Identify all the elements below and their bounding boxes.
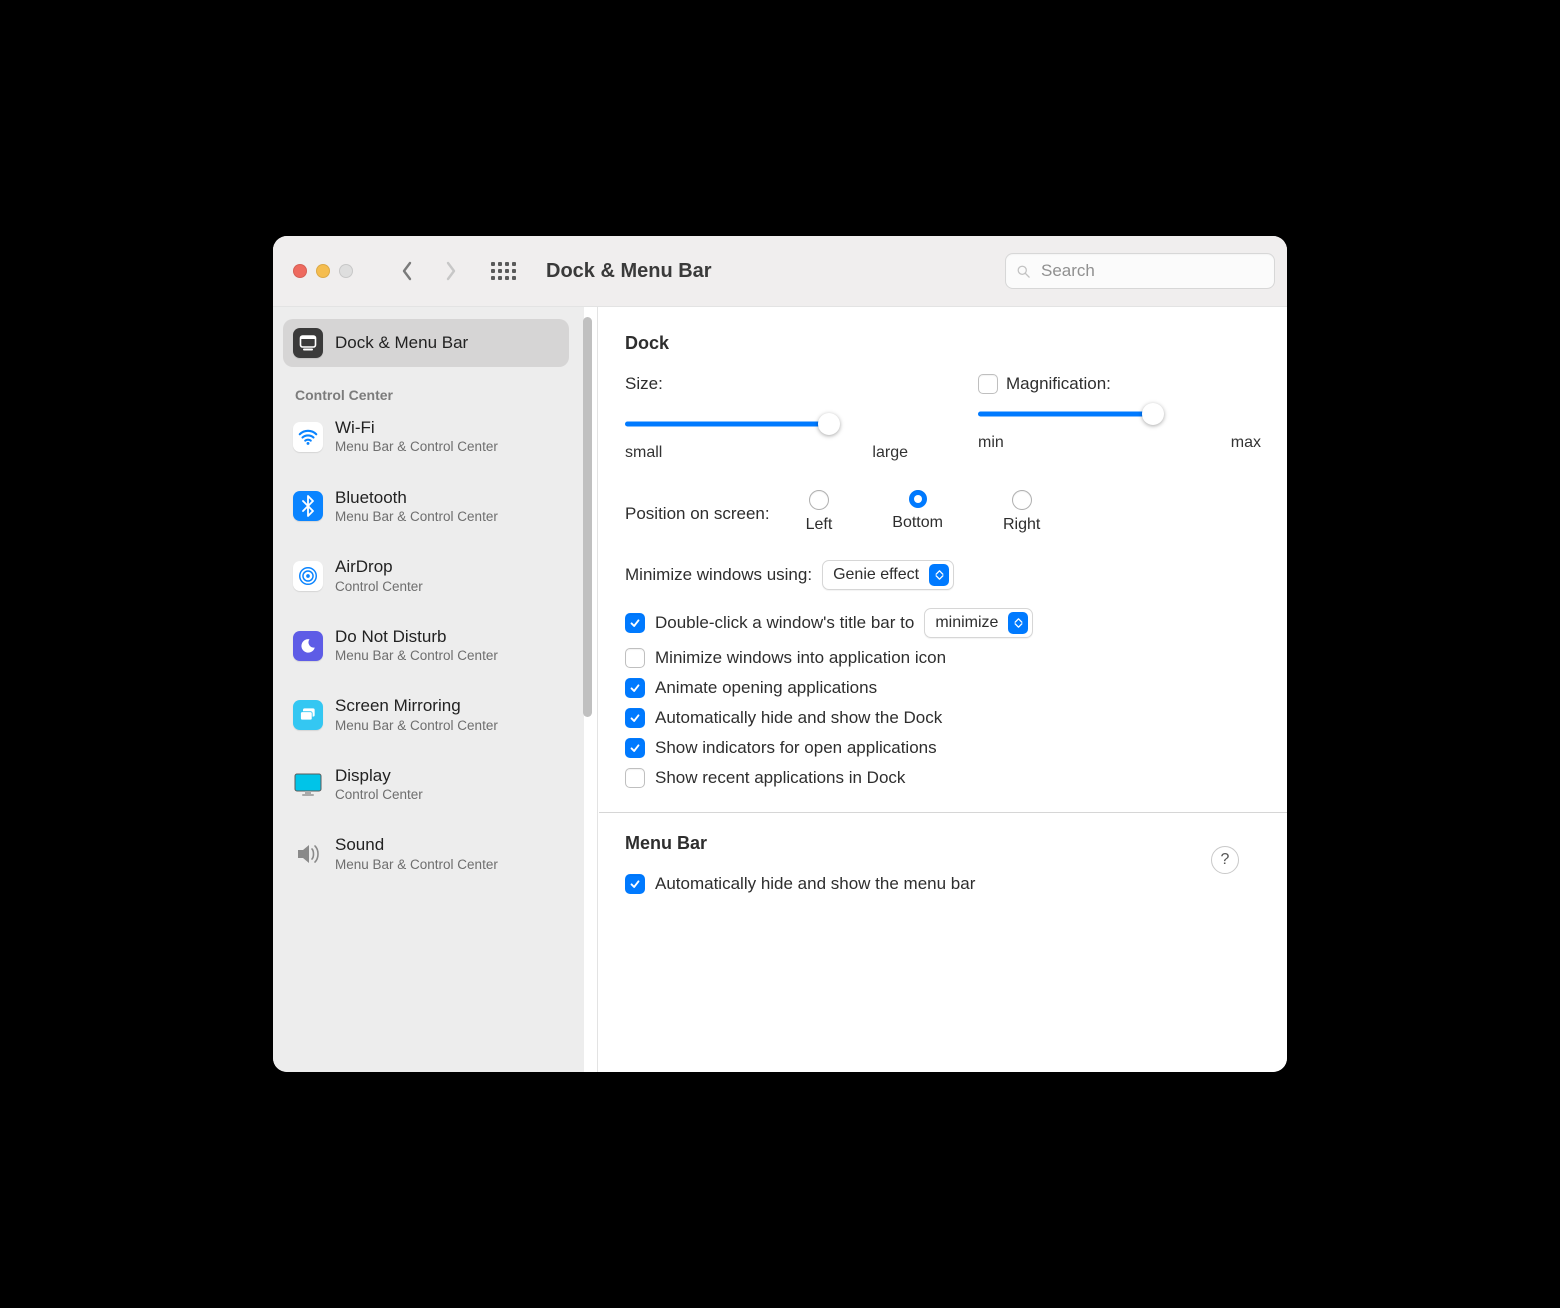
sidebar-item-label: Do Not Disturb bbox=[335, 627, 498, 647]
autohide-dock-checkbox[interactable] bbox=[625, 708, 645, 728]
show-all-button[interactable] bbox=[491, 262, 516, 280]
indicators-checkbox[interactable] bbox=[625, 738, 645, 758]
sidebar-item-sublabel: Menu Bar & Control Center bbox=[335, 439, 498, 455]
stepper-icon bbox=[1008, 612, 1028, 634]
sidebar-item-sound[interactable]: Sound Menu Bar & Control Center bbox=[283, 826, 569, 882]
dblclick-action-select[interactable]: minimize bbox=[924, 608, 1033, 638]
radio-label: Right bbox=[1003, 516, 1040, 534]
magnification-max-label: max bbox=[1231, 434, 1261, 452]
radio-button[interactable] bbox=[809, 490, 829, 510]
minimize-using-value: Genie effect bbox=[833, 566, 919, 584]
window-title: Dock & Menu Bar bbox=[546, 260, 712, 283]
magnification-slider[interactable] bbox=[978, 402, 1261, 426]
prefs-window: Dock & Menu Bar Dock & Menu Bar Control … bbox=[273, 236, 1287, 1072]
size-max-label: large bbox=[872, 444, 908, 462]
radio-label: Left bbox=[806, 516, 833, 534]
help-button[interactable]: ? bbox=[1211, 846, 1239, 874]
menubar-section-title: Menu Bar bbox=[625, 833, 1261, 854]
sidebar-item-dock-menubar[interactable]: Dock & Menu Bar bbox=[283, 319, 569, 367]
minimize-button[interactable] bbox=[316, 264, 330, 278]
radio-label: Bottom bbox=[892, 514, 943, 532]
display-icon bbox=[293, 770, 323, 800]
search-input[interactable] bbox=[1039, 260, 1264, 282]
minimize-into-app-checkbox[interactable] bbox=[625, 648, 645, 668]
sidebar-item-sublabel: Menu Bar & Control Center bbox=[335, 648, 498, 664]
zoom-button[interactable] bbox=[339, 264, 353, 278]
sidebar-item-display[interactable]: DisplayControl Center bbox=[283, 757, 569, 813]
sidebar-item-label: Screen Mirroring bbox=[335, 696, 498, 716]
sidebar-section-header: Control Center bbox=[295, 387, 573, 403]
minimize-into-app-label: Minimize windows into application icon bbox=[655, 648, 946, 668]
size-min-label: small bbox=[625, 444, 662, 462]
magnification-min-label: min bbox=[978, 434, 1004, 452]
magnification-checkbox[interactable] bbox=[978, 374, 998, 394]
autohide-dock-label: Automatically hide and show the Dock bbox=[655, 708, 942, 728]
size-label: Size: bbox=[625, 374, 908, 394]
dblclick-checkbox[interactable] bbox=[625, 613, 645, 633]
bluetooth-icon bbox=[293, 491, 323, 521]
back-button[interactable] bbox=[399, 260, 415, 282]
toolbar: Dock & Menu Bar bbox=[273, 236, 1287, 307]
indicators-label: Show indicators for open applications bbox=[655, 738, 937, 758]
sidebar-item-bluetooth[interactable]: BluetoothMenu Bar & Control Center bbox=[283, 479, 569, 535]
animate-checkbox[interactable] bbox=[625, 678, 645, 698]
close-button[interactable] bbox=[293, 264, 307, 278]
speaker-icon bbox=[293, 839, 323, 869]
radio-button[interactable] bbox=[1012, 490, 1032, 510]
sidebar-item-label: Dock & Menu Bar bbox=[335, 333, 468, 353]
dblclick-label: Double-click a window's title bar to bbox=[655, 613, 914, 633]
recent-apps-checkbox[interactable] bbox=[625, 768, 645, 788]
sidebar-item-label: Wi-Fi bbox=[335, 418, 498, 438]
moon-icon bbox=[293, 631, 323, 661]
wifi-icon bbox=[293, 422, 323, 452]
sidebar-item-sublabel: Menu Bar & Control Center bbox=[335, 718, 498, 734]
autohide-menubar-checkbox[interactable] bbox=[625, 874, 645, 894]
sidebar-item-sublabel: Control Center bbox=[335, 579, 423, 595]
forward-button[interactable] bbox=[443, 260, 459, 282]
sidebar-item-screen-mirroring[interactable]: Screen Mirroring Menu Bar & Control Cente… bbox=[283, 687, 569, 743]
screens-icon bbox=[293, 700, 323, 730]
sidebar-item-label: Sound bbox=[335, 835, 498, 855]
dock-menubar-icon bbox=[293, 328, 323, 358]
sidebar-item-airdrop[interactable]: AirDrop Control Center bbox=[283, 548, 569, 604]
sidebar-item-wifi[interactable]: Wi-FiMenu Bar & Control Center bbox=[283, 409, 569, 465]
magnification-label: Magnification: bbox=[1006, 374, 1111, 394]
size-slider[interactable] bbox=[625, 412, 908, 436]
dblclick-action-value: minimize bbox=[935, 614, 998, 632]
sidebar-scrollbar[interactable] bbox=[579, 307, 599, 1072]
sidebar-item-label: Bluetooth bbox=[335, 488, 498, 508]
sidebar-item-label: AirDrop bbox=[335, 557, 423, 577]
content-pane: Dock Size: small large bbox=[599, 307, 1287, 1072]
search-field[interactable] bbox=[1005, 253, 1275, 289]
position-option-right[interactable]: Right bbox=[1003, 490, 1040, 534]
sidebar-item-sublabel: Menu Bar & Control Center bbox=[335, 857, 498, 873]
sidebar-item-label: Display bbox=[335, 766, 423, 786]
window-controls bbox=[293, 264, 353, 278]
stepper-icon bbox=[929, 564, 949, 586]
sidebar-item-dnd[interactable]: Do Not DisturbMenu Bar & Control Center bbox=[283, 618, 569, 674]
autohide-menubar-label: Automatically hide and show the menu bar bbox=[655, 874, 975, 894]
radio-button[interactable] bbox=[909, 490, 927, 508]
search-icon bbox=[1016, 263, 1031, 280]
position-option-left[interactable]: Left bbox=[806, 490, 833, 534]
recent-apps-label: Show recent applications in Dock bbox=[655, 768, 905, 788]
airdrop-icon bbox=[293, 561, 323, 591]
sidebar-item-sublabel: Control Center bbox=[335, 787, 423, 803]
minimize-using-select[interactable]: Genie effect bbox=[822, 560, 954, 590]
sidebar: Dock & Menu Bar Control Center Wi-FiMenu… bbox=[273, 307, 579, 1072]
position-option-bottom[interactable]: Bottom bbox=[892, 490, 943, 532]
position-label: Position on screen: bbox=[625, 504, 770, 524]
dock-section-title: Dock bbox=[625, 333, 1261, 354]
minimize-using-label: Minimize windows using: bbox=[625, 565, 812, 585]
sidebar-item-sublabel: Menu Bar & Control Center bbox=[335, 509, 498, 525]
animate-label: Animate opening applications bbox=[655, 678, 877, 698]
